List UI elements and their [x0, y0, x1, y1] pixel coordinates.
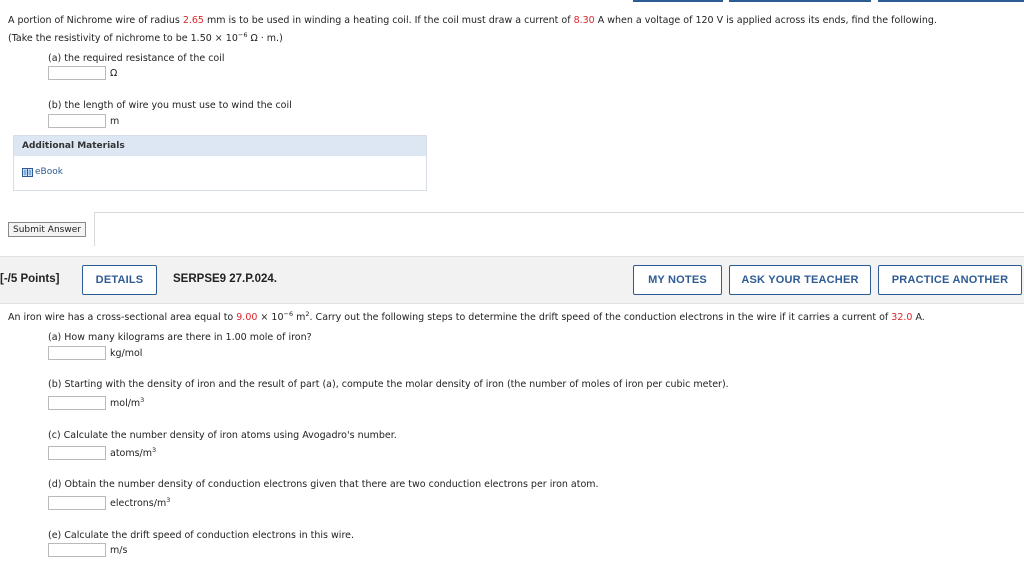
problem2-text: An iron wire has a cross-sectional area … — [8, 312, 237, 323]
submit-answer-button[interactable]: Submit Answer — [8, 222, 86, 237]
submit-answer-label: Submit Answer — [13, 224, 81, 235]
problem2-statement: An iron wire has a cross-sectional area … — [8, 311, 1020, 324]
problem2-part-e-answer: m/s — [48, 543, 127, 557]
atom-density-unit: atoms/m3 — [110, 445, 157, 459]
electron-density-unit-text: electrons/m — [110, 497, 167, 509]
additional-materials-title: Additional Materials — [22, 141, 125, 151]
problem2-part-d-answer: electrons/m3 — [48, 496, 170, 510]
length-input[interactable] — [48, 114, 106, 128]
problem-id: SERPSE9 27.P.024. — [173, 273, 277, 285]
details-button[interactable]: DETAILS — [82, 265, 157, 295]
resistance-input[interactable] — [48, 66, 106, 80]
problem1-text: mm is to be used in winding a heating co… — [203, 15, 574, 26]
problem2-part-c-label: (c) Calculate the number density of iron… — [48, 430, 397, 441]
molar-density-unit-text: mol/m — [110, 397, 141, 409]
cube-exponent: 3 — [140, 395, 145, 404]
prev-button-edge — [633, 0, 723, 2]
additional-materials-panel: Additional Materials eBook — [13, 135, 427, 191]
resistivity-note: (Take the resistivity of nichrome to be … — [8, 33, 238, 44]
radius-value: 2.65 — [182, 15, 204, 26]
problem1-part-a-answer: Ω — [48, 66, 117, 80]
resistivity-unit: Ω · m.) — [247, 33, 283, 44]
points-label: [-/5 Points] — [0, 273, 60, 285]
problem2-part-a-label: (a) How many kilograms are there in 1.00… — [48, 332, 312, 343]
drift-speed-unit: m/s — [110, 544, 128, 556]
length-unit: m — [110, 115, 120, 127]
kg-per-mol-unit: kg/mol — [110, 347, 143, 359]
ask-teacher-label: ASK YOUR TEACHER — [741, 274, 859, 286]
kg-per-mol-input[interactable] — [48, 346, 106, 360]
resistance-unit: Ω — [110, 67, 118, 79]
area-exponent: −6 — [283, 310, 294, 318]
problem2-part-b-label: (b) Starting with the density of iron an… — [48, 379, 729, 390]
wire-current-value: 32.0 — [891, 312, 913, 323]
electron-density-input[interactable] — [48, 496, 106, 510]
problem1-statement: A portion of Nichrome wire of radius 2.6… — [8, 14, 1018, 27]
submit-area-border — [94, 212, 1024, 213]
problem2-text: × 10 — [257, 312, 284, 323]
submit-area-divider — [94, 212, 95, 246]
drift-speed-input[interactable] — [48, 543, 106, 557]
problem1-part-a-label: (a) the required resistance of the coil — [48, 53, 225, 64]
prev-button-edge — [729, 0, 871, 2]
my-notes-label: MY NOTES — [648, 274, 707, 286]
problem2-part-c-answer: atoms/m3 — [48, 446, 156, 460]
details-label: DETAILS — [95, 274, 144, 286]
ebook-icon — [22, 167, 33, 177]
problem2-part-e-label: (e) Calculate the drift speed of conduct… — [48, 530, 354, 541]
problem2-part-b-answer: mol/m3 — [48, 396, 144, 410]
problem2-part-d-label: (d) Obtain the number density of conduct… — [48, 479, 599, 490]
my-notes-button[interactable]: MY NOTES — [633, 265, 722, 295]
cube-exponent: 3 — [166, 495, 171, 504]
current-value: 8.30 — [573, 15, 595, 26]
additional-materials-header: Additional Materials — [14, 136, 426, 156]
problem1-text: A when a voltage of 120 V is applied acr… — [594, 15, 937, 26]
problem1-note: (Take the resistivity of nichrome to be … — [8, 32, 283, 45]
problem2-text: A. — [912, 312, 925, 323]
atom-density-input[interactable] — [48, 446, 106, 460]
ebook-link[interactable]: eBook — [22, 167, 63, 177]
problem1-text: A portion of Nichrome wire of radius — [8, 15, 183, 26]
electron-density-unit: electrons/m3 — [110, 495, 171, 509]
problem2-text: . Carry out the following steps to deter… — [309, 312, 892, 323]
problem2-part-a-answer: kg/mol — [48, 346, 142, 360]
ebook-label: eBook — [35, 167, 63, 177]
prev-button-edge — [878, 0, 1024, 2]
practice-another-button[interactable]: PRACTICE ANOTHER — [878, 265, 1022, 295]
area-value: 9.00 — [236, 312, 258, 323]
practice-another-label: PRACTICE ANOTHER — [891, 274, 1009, 286]
molar-density-unit: mol/m3 — [110, 395, 145, 409]
problem1-part-b-label: (b) the length of wire you must use to w… — [48, 100, 292, 111]
ask-teacher-button[interactable]: ASK YOUR TEACHER — [729, 265, 871, 295]
problem1-part-b-answer: m — [48, 114, 119, 128]
problem2-text: m — [293, 312, 306, 323]
molar-density-input[interactable] — [48, 396, 106, 410]
atom-density-unit-text: atoms/m — [110, 447, 153, 459]
cube-exponent: 3 — [152, 445, 157, 454]
